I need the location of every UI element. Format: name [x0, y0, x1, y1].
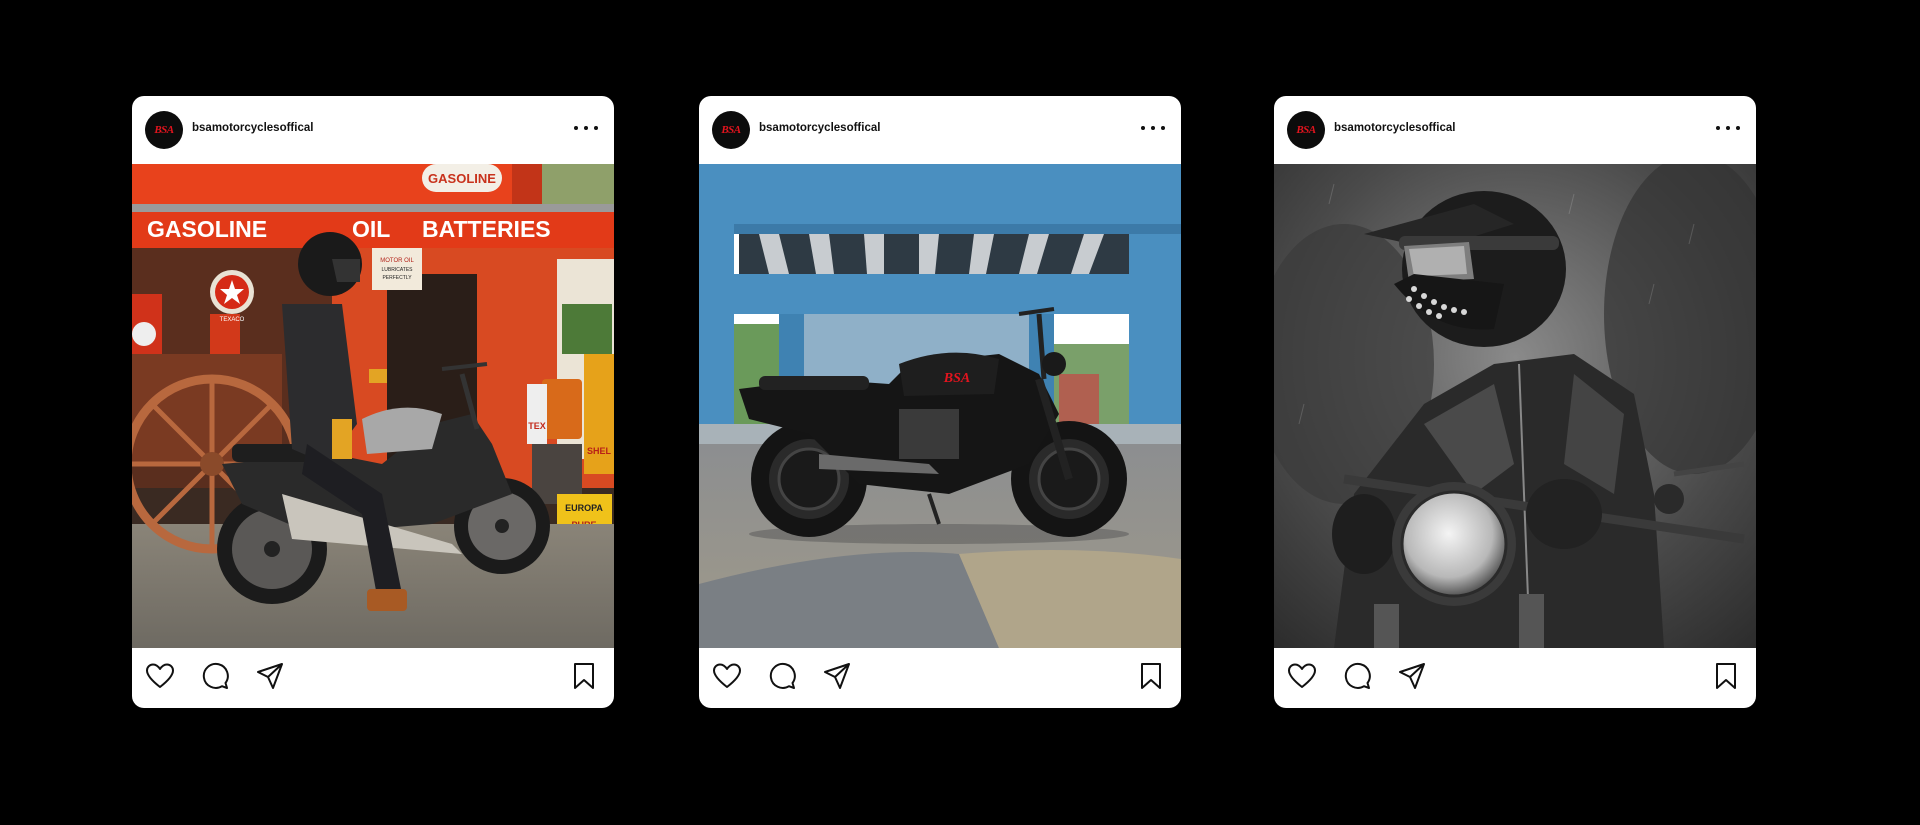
username[interactable]: bsamotorcyclesoffical — [192, 122, 313, 134]
more-options-button[interactable] — [1141, 120, 1165, 136]
action-bar — [699, 648, 1181, 708]
gas-station-photo: GASOLINE GASOLINE OIL BATTERIES MOTOR OI… — [132, 164, 614, 648]
instagram-post-1: BSA bsamotorcyclesoffical GASOLINE GASOL… — [132, 96, 614, 708]
instagram-post-3: BSA bsamotorcyclesoffical — [1274, 96, 1756, 708]
comment-icon[interactable] — [199, 660, 231, 692]
motor-oil-sign: MOTOR OIL — [380, 258, 414, 264]
bsa-logo: BSA — [154, 124, 174, 136]
dot-icon — [574, 126, 578, 130]
send-icon[interactable] — [821, 660, 853, 692]
texaco-sign: TEXACO — [220, 317, 245, 323]
rider-portrait-photo — [1274, 164, 1756, 648]
comment-icon[interactable] — [766, 660, 798, 692]
lubricates-sign: LUBRICATES — [381, 267, 413, 273]
instagram-post-2: BSA bsamotorcyclesoffical BSA — [699, 96, 1181, 708]
dot-icon — [1726, 126, 1730, 130]
username[interactable]: bsamotorcyclesoffical — [1334, 122, 1455, 134]
tex-sign: TEX — [528, 421, 546, 431]
action-bar — [132, 648, 614, 708]
send-icon[interactable] — [1396, 660, 1428, 692]
bookmark-icon[interactable] — [1710, 660, 1742, 692]
avatar[interactable]: BSA — [1287, 111, 1325, 149]
bridge-motorcycle-photo: BSA — [699, 164, 1181, 648]
more-options-button[interactable] — [574, 120, 598, 136]
avatar[interactable]: BSA — [712, 111, 750, 149]
post-image[interactable] — [1274, 164, 1756, 648]
heart-icon[interactable] — [711, 660, 743, 692]
more-options-button[interactable] — [1716, 120, 1740, 136]
post-image[interactable]: GASOLINE GASOLINE OIL BATTERIES MOTOR OI… — [132, 164, 614, 648]
bsa-logo: BSA — [1296, 124, 1316, 136]
top-sign-text: GASOLINE — [428, 171, 496, 186]
europa-sign: EUROPA — [565, 503, 603, 513]
dot-icon — [1151, 126, 1155, 130]
bookmark-icon[interactable] — [568, 660, 600, 692]
username[interactable]: bsamotorcyclesoffical — [759, 122, 880, 134]
heart-icon[interactable] — [144, 660, 176, 692]
gasoline-sign: GASOLINE — [147, 216, 267, 242]
dot-icon — [584, 126, 588, 130]
batteries-sign: BATTERIES — [422, 216, 551, 242]
heart-icon[interactable] — [1286, 660, 1318, 692]
bsa-logo: BSA — [721, 124, 741, 136]
dot-icon — [1736, 126, 1740, 130]
dot-icon — [1141, 126, 1145, 130]
shell-sign: SHEL — [587, 446, 612, 456]
dot-icon — [594, 126, 598, 130]
dot-icon — [1161, 126, 1165, 130]
post-image[interactable]: BSA — [699, 164, 1181, 648]
comment-icon[interactable] — [1341, 660, 1373, 692]
post-header: BSA bsamotorcyclesoffical — [1274, 96, 1756, 164]
action-bar — [1274, 648, 1756, 708]
bookmark-icon[interactable] — [1135, 660, 1167, 692]
send-icon[interactable] — [254, 660, 286, 692]
dot-icon — [1716, 126, 1720, 130]
oil-sign: OIL — [352, 216, 390, 242]
tank-logo: BSA — [943, 371, 970, 386]
post-header: BSA bsamotorcyclesoffical — [132, 96, 614, 164]
perfectly-sign: PERFECTLY — [382, 275, 412, 281]
avatar[interactable]: BSA — [145, 111, 183, 149]
post-header: BSA bsamotorcyclesoffical — [699, 96, 1181, 164]
